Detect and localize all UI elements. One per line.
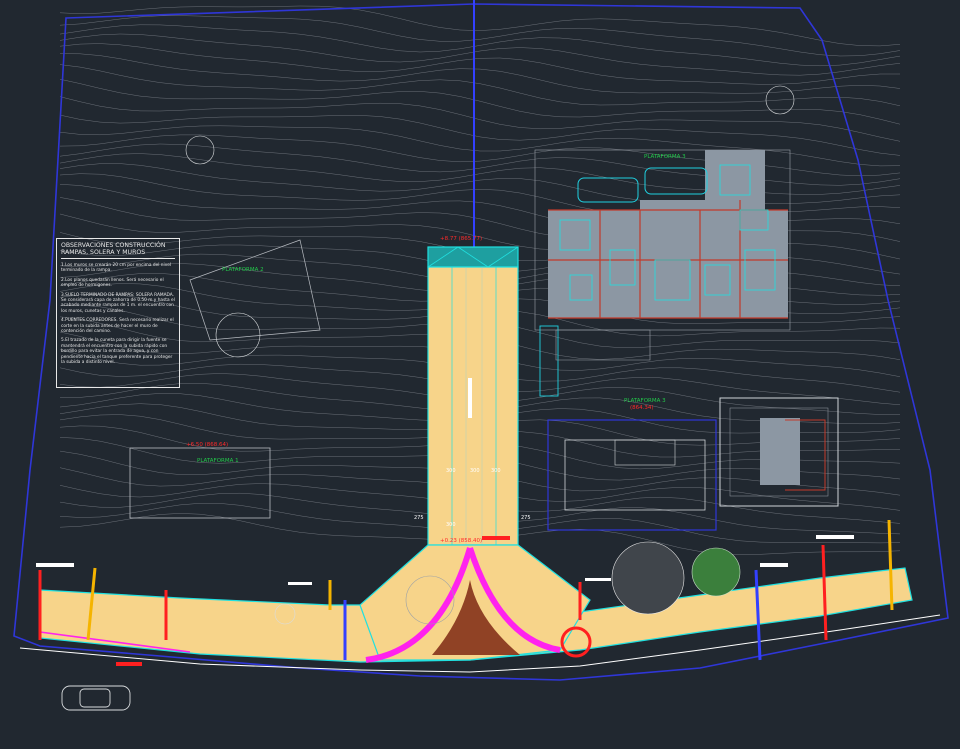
notes-item-2: 2.Los planos quedarán llenos. Será neces… — [61, 277, 164, 289]
notes-item-1: 1.Los muros se crearán 20 cm por encima … — [61, 263, 172, 274]
dim-300-d: 300 — [446, 522, 456, 528]
dim-300-b: 300 — [470, 468, 480, 474]
dim-275-b: 275 — [521, 515, 531, 521]
plataforma-house-label: PLATAFORMA 3 — [624, 398, 666, 404]
dim-275-a: 275 — [414, 515, 424, 521]
dim-300-a: 300 — [446, 468, 456, 474]
plataforma-1-level: +6.50 (868.64) — [186, 442, 229, 448]
plataforma-level: (864.34) — [630, 405, 654, 411]
dim-300-c: 300 — [491, 468, 501, 474]
notes-item-3: 3.SUELO TERMINADO DE RAMPAS: SOLERA RAMA… — [61, 292, 175, 314]
plataforma-2-label: PLATAFORMA 2 — [222, 267, 264, 273]
ramp-top-level: +8.77 (865.77) — [440, 236, 483, 242]
notes-item-5: 5.El trazado de la cuneta para dirigir l… — [61, 338, 173, 366]
plataforma-3-label: PLATAFORMA 3 — [644, 154, 686, 160]
junction-level: +0.23 (858.40) — [440, 538, 483, 544]
central-ramp — [427, 246, 519, 546]
plataforma-1-label: PLATAFORMA 1 — [197, 458, 239, 464]
notes-item-4: 4.PUENTES CORREDORES. Será necesario rea… — [61, 318, 174, 335]
notes-title: OBSERVACIONES CONSTRUCCIÓN RAMPAS, SOLER… — [61, 242, 175, 259]
construction-notes: OBSERVACIONES CONSTRUCCIÓN RAMPAS, SOLER… — [56, 238, 180, 388]
